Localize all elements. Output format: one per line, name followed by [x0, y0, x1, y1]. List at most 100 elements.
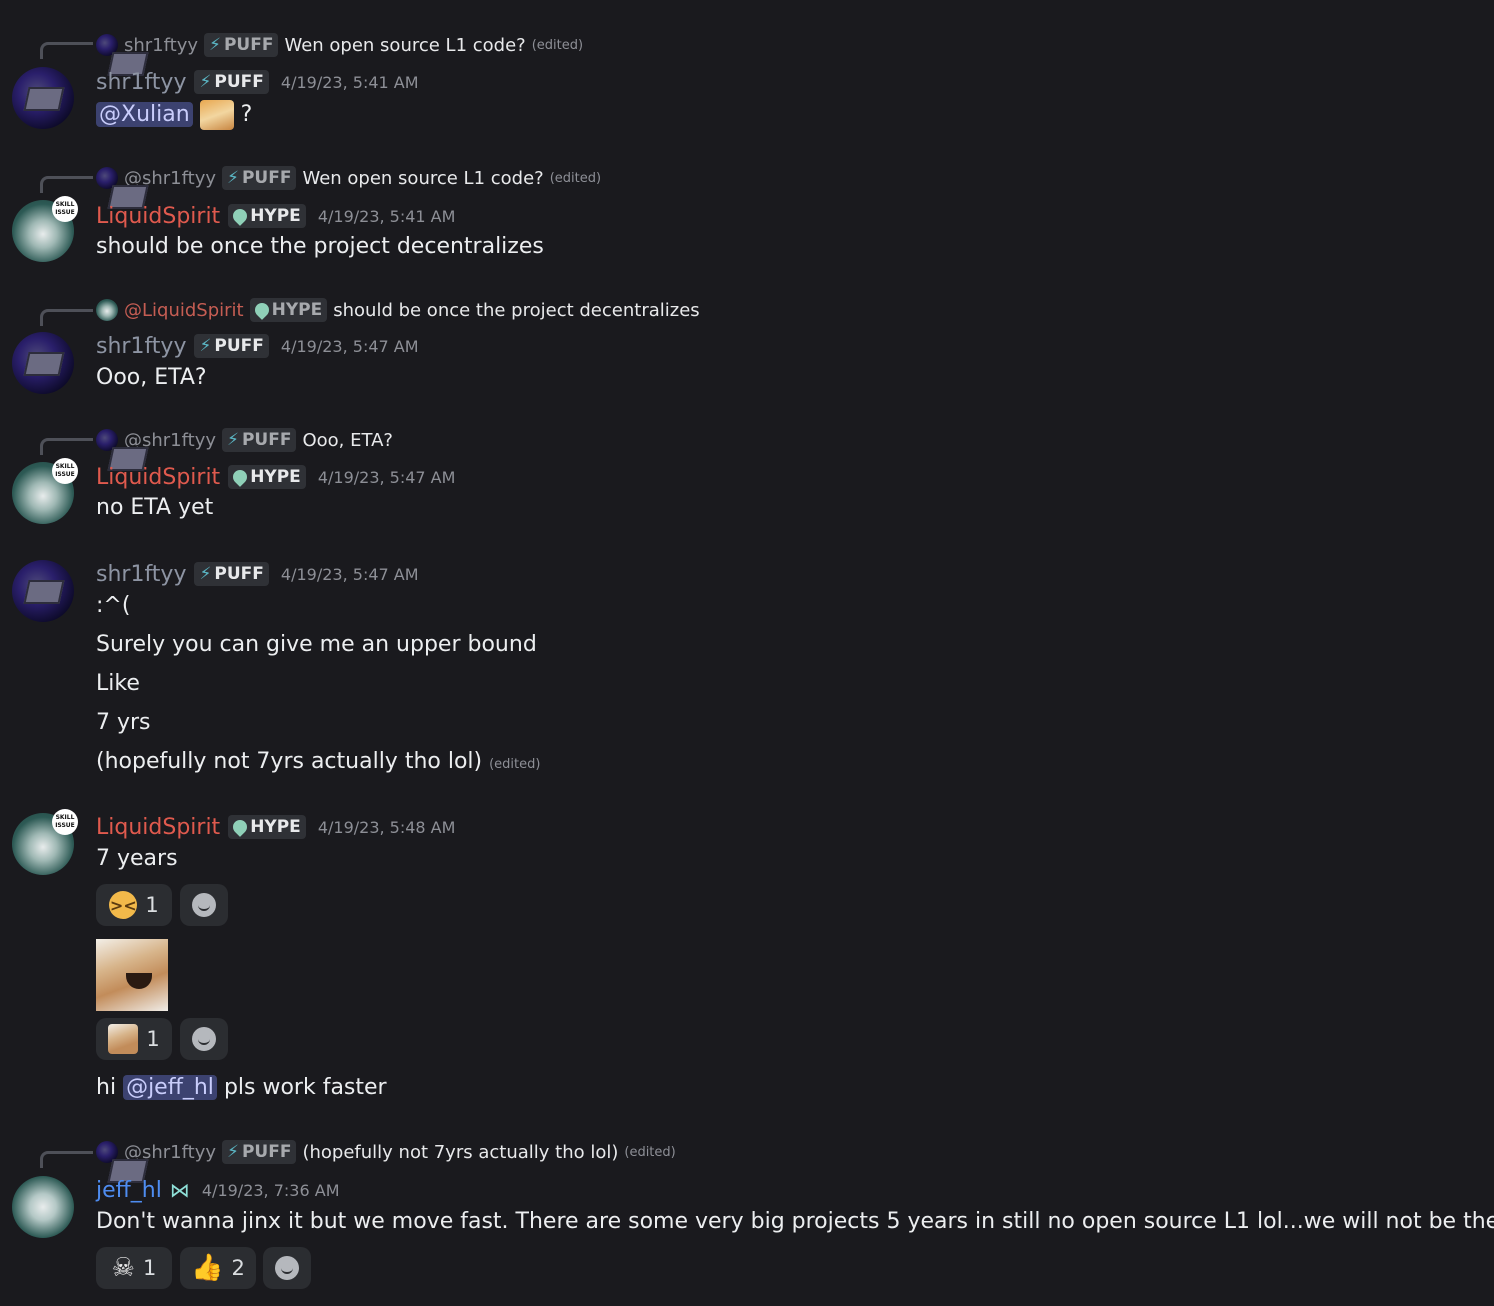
reply-author[interactable]: @LiquidSpirit	[124, 300, 244, 321]
reply-avatar	[96, 34, 118, 56]
username[interactable]: jeff_hl	[96, 1178, 162, 1203]
add-reaction-icon	[275, 1256, 299, 1280]
message-text: 7 yrs	[96, 710, 151, 735]
message-text: (hopefully not 7yrs actually tho lol) (e…	[96, 749, 540, 774]
username[interactable]: LiquidSpirit	[96, 465, 220, 490]
role-tag-label: PUFF	[241, 430, 292, 450]
reply-preview[interactable]: shr1ftyy ⚡ PUFF Wen open source L1 code? …	[96, 32, 583, 58]
reaction-thumbs-up[interactable]: 👍 2	[180, 1247, 256, 1289]
timestamp: 4/19/23, 5:47 AM	[280, 564, 419, 584]
message-text: Ooo, ETA?	[96, 365, 207, 390]
role-tag: HYPE	[228, 465, 306, 489]
bolt-icon: ⚡	[227, 168, 239, 188]
reaction-count: 1	[146, 1027, 160, 1051]
role-tag-label: PUFF	[214, 564, 264, 584]
reaction-count: 1	[145, 893, 159, 917]
skull-icon: ☠	[111, 1253, 135, 1283]
reply-spine	[40, 309, 93, 326]
add-reaction-icon	[192, 893, 216, 917]
reaction-dog-sticker[interactable]: 1	[96, 1018, 172, 1060]
message-text: no ETA yet	[96, 495, 214, 520]
timestamp: 4/19/23, 5:41 AM	[280, 72, 419, 92]
reply-preview[interactable]: @shr1ftyy ⚡ PUFF (hopefully not 7yrs actu…	[96, 1139, 676, 1165]
avatar[interactable]	[12, 332, 74, 394]
message-text-suffix: pls work faster	[223, 1075, 387, 1100]
avatar[interactable]: SKILL ISSUE	[12, 809, 78, 875]
message-text: 7 years	[96, 846, 178, 871]
message-header: shr1ftyy ⚡ PUFF 4/19/23, 5:47 AM	[96, 332, 419, 360]
dog-sticker-icon	[108, 1024, 139, 1054]
reply-text: Wen open source L1 code?	[284, 34, 526, 56]
reply-avatar	[96, 1141, 118, 1163]
username[interactable]: shr1ftyy	[96, 562, 186, 587]
role-tag: ⚡ PUFF	[204, 33, 279, 57]
edited-label: (edited)	[489, 757, 541, 772]
username[interactable]: LiquidSpirit	[96, 815, 220, 840]
role-tag-label: PUFF	[214, 336, 264, 356]
reaction-count: 2	[231, 1256, 245, 1280]
role-tag: ⚡ PUFF	[222, 166, 297, 190]
reply-avatar	[96, 167, 118, 189]
reply-avatar	[96, 429, 118, 451]
add-reaction-button[interactable]	[180, 1018, 228, 1060]
edited-label: (edited)	[549, 170, 602, 186]
timestamp: 4/19/23, 5:47 AM	[280, 336, 419, 356]
add-reaction-button[interactable]	[263, 1247, 311, 1289]
reply-spine	[40, 1151, 93, 1168]
droplet-icon	[230, 206, 251, 226]
skill-issue-badge-icon: SKILL ISSUE	[52, 458, 78, 484]
droplet-icon	[230, 817, 251, 837]
bolt-icon: ⚡	[209, 35, 221, 55]
reply-spine	[40, 438, 93, 455]
role-tag-label: PUFF	[241, 168, 292, 188]
message-header: LiquidSpirit HYPE 4/19/23, 5:47 AM	[96, 463, 455, 491]
edited-label: (edited)	[624, 1144, 676, 1160]
user-mention[interactable]: @jeff_hl	[123, 1075, 217, 1100]
timestamp: 4/19/23, 5:47 AM	[317, 467, 456, 487]
username[interactable]: shr1ftyy	[96, 334, 186, 359]
reply-avatar	[96, 299, 118, 321]
reaction-count: 1	[142, 1256, 157, 1280]
dog-sticker-image[interactable]	[96, 939, 168, 1011]
message-text: Surely you can give me an upper bound	[96, 632, 537, 657]
skill-issue-badge-icon: SKILL ISSUE	[52, 809, 78, 835]
reply-preview[interactable]: @shr1ftyy ⚡ PUFF Ooo, ETA?	[96, 427, 393, 453]
user-mention[interactable]: @Xulian	[96, 102, 193, 127]
avatar[interactable]: SKILL ISSUE	[12, 458, 78, 524]
avatar[interactable]	[12, 67, 74, 129]
role-tag-label: HYPE	[250, 467, 301, 487]
avatar[interactable]: SKILL ISSUE	[12, 196, 78, 262]
reply-preview[interactable]: @shr1ftyy ⚡ PUFF Wen open source L1 code?…	[96, 165, 601, 191]
role-tag-label: HYPE	[250, 817, 301, 837]
reaction-skull[interactable]: ☠ 1	[96, 1247, 172, 1289]
reply-text: Ooo, ETA?	[302, 429, 393, 451]
reply-spine	[40, 42, 93, 59]
role-tag-label: HYPE	[271, 300, 323, 320]
message-text: hi @jeff_hl pls work faster	[96, 1075, 387, 1100]
thumbs-up-icon: 👍	[191, 1253, 224, 1283]
reaction-weary-face[interactable]: >< 1	[96, 884, 172, 926]
bolt-icon: ⚡	[227, 430, 239, 450]
role-tag: HYPE	[228, 204, 306, 228]
message-content: @Xulian ?	[96, 100, 252, 130]
role-tag-label: PUFF	[223, 35, 274, 55]
role-tag: HYPE	[249, 298, 328, 322]
timestamp: 4/19/23, 5:41 AM	[317, 206, 456, 226]
username[interactable]: LiquidSpirit	[96, 204, 220, 229]
role-tag-label: HYPE	[250, 206, 301, 226]
message-header: jeff_hl ⋈ 4/19/23, 7:36 AM	[96, 1176, 340, 1204]
add-reaction-button[interactable]	[180, 884, 228, 926]
role-tag: HYPE	[228, 815, 306, 839]
role-tag: ⚡ PUFF	[194, 70, 269, 94]
skill-issue-badge-icon: SKILL ISSUE	[52, 196, 78, 222]
username[interactable]: shr1ftyy	[96, 70, 186, 95]
reply-spine	[40, 176, 93, 193]
reply-preview[interactable]: @LiquidSpirit HYPE should be once the pr…	[96, 297, 700, 323]
avatar[interactable]	[12, 560, 74, 622]
avatar[interactable]	[12, 1176, 74, 1238]
bow-icon: ⋈	[169, 1178, 190, 1202]
message-header: LiquidSpirit HYPE 4/19/23, 5:41 AM	[96, 202, 455, 230]
message-text: :^(	[96, 593, 131, 618]
droplet-icon	[230, 467, 251, 487]
role-tag: ⚡ PUFF	[194, 334, 269, 358]
